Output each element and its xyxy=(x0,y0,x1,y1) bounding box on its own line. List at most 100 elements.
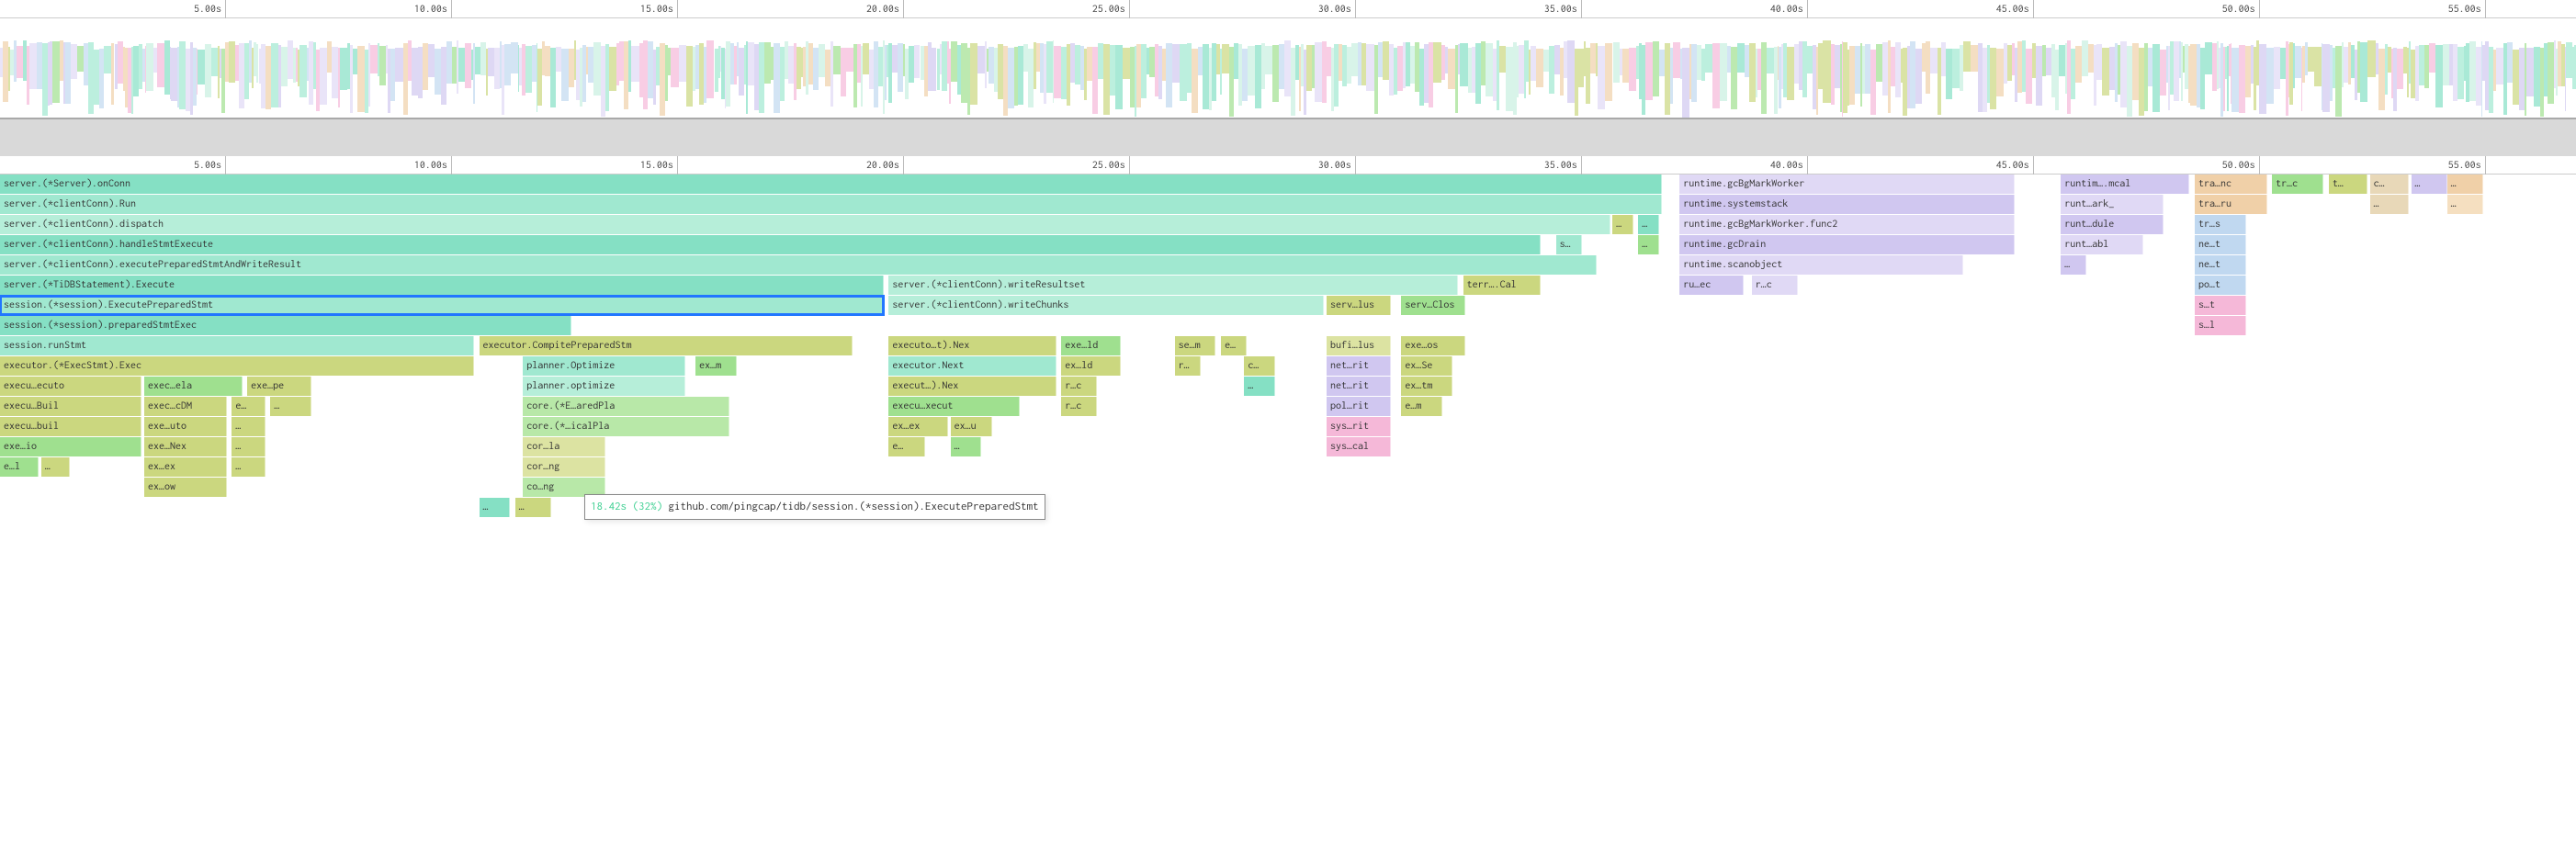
flame-node[interactable]: session.runStmt xyxy=(0,336,474,355)
flame-node[interactable]: r…c xyxy=(1061,397,1097,416)
flame-node[interactable]: execu…xecut xyxy=(888,397,1020,416)
flame-node[interactable]: … xyxy=(232,437,265,456)
flame-node[interactable]: tr…c xyxy=(2272,175,2323,194)
flame-node[interactable]: executor.Next xyxy=(888,356,1056,376)
flame-node[interactable]: e… xyxy=(888,437,924,456)
flame-node[interactable]: terr….Cal xyxy=(1463,276,1541,295)
flame-node[interactable]: session.(*session).preparedStmtExec xyxy=(0,316,571,335)
flame-node[interactable]: ex…ld xyxy=(1061,356,1120,376)
flame-node[interactable]: ne…t xyxy=(2195,235,2246,254)
flame-node[interactable]: server.(*clientConn).handleStmtExecute xyxy=(0,235,1541,254)
flame-node[interactable]: bufi…lus xyxy=(1327,336,1391,355)
flame-node[interactable]: server.(*clientConn).Run xyxy=(0,195,1662,214)
flame-node[interactable]: po…t xyxy=(2195,276,2246,295)
flame-node[interactable]: s…l xyxy=(2195,316,2246,335)
flame-node[interactable]: … xyxy=(2412,175,2447,194)
flame-node[interactable]: core.(*…icalPla xyxy=(523,417,729,436)
flame-node[interactable]: server.(*clientConn).writeResultset xyxy=(888,276,1458,295)
flame-node[interactable]: ex…tm xyxy=(1401,377,1452,396)
flame-node[interactable]: planner.optimize xyxy=(523,377,685,396)
flame-node[interactable]: server.(*clientConn).writeChunks xyxy=(888,296,1324,315)
flame-node[interactable]: … xyxy=(270,397,311,416)
flame-node[interactable]: executo…t).Nex xyxy=(888,336,1056,355)
flame-node[interactable]: ru…ec xyxy=(1679,276,1744,295)
flame-node[interactable]: tra…nc xyxy=(2195,175,2267,194)
flame-node[interactable]: … xyxy=(232,417,265,436)
flame-node[interactable]: t… xyxy=(2329,175,2367,194)
flame-node[interactable]: exe…pe xyxy=(247,377,311,396)
flame-node[interactable]: executor.CompitePreparedStm xyxy=(480,336,853,355)
flame-node[interactable]: s… xyxy=(1556,235,1582,254)
flame-node[interactable]: core.(*E…aredPla xyxy=(523,397,729,416)
flame-node[interactable]: exe…ld xyxy=(1061,336,1120,355)
flame-node[interactable]: c… xyxy=(2370,175,2409,194)
minimap[interactable] xyxy=(0,18,2576,119)
flame-node[interactable]: se…m xyxy=(1175,336,1216,355)
flame-node[interactable]: exe…Nex xyxy=(144,437,227,456)
flame-node[interactable]: cor…la xyxy=(523,437,605,456)
flame-node[interactable]: … xyxy=(2061,255,2086,275)
flame-node[interactable]: planner.Optimize xyxy=(523,356,685,376)
flame-node[interactable]: … xyxy=(1612,215,1633,234)
flame-node[interactable]: runt…ark_ xyxy=(2061,195,2164,214)
flame-node[interactable]: cor…ng xyxy=(523,457,605,477)
flame-node[interactable]: s…t xyxy=(2195,296,2246,315)
flame-node[interactable]: exec…ela xyxy=(144,377,243,396)
flame-node[interactable]: ex…Se xyxy=(1401,356,1452,376)
flame-node[interactable]: execu…ecuto xyxy=(0,377,141,396)
flame-node[interactable]: ex…m xyxy=(695,356,737,376)
flame-node[interactable]: server.(*clientConn).executePreparedStmt… xyxy=(0,255,1597,275)
flame-node[interactable]: runt…abl xyxy=(2061,235,2143,254)
flame-node[interactable]: ex…ow xyxy=(144,478,227,497)
flame-node[interactable]: … xyxy=(1244,377,1275,396)
flame-node[interactable]: tr…s xyxy=(2195,215,2246,234)
flame-node[interactable]: runtime.gcDrain xyxy=(1679,235,2015,254)
flame-node[interactable]: … xyxy=(2370,195,2409,214)
flame-node[interactable]: exec…cDM xyxy=(144,397,227,416)
flame-node[interactable]: … xyxy=(232,457,265,477)
flame-node[interactable]: server.(*Server).onConn xyxy=(0,175,1662,194)
flame-node[interactable]: … xyxy=(2447,195,2483,214)
flame-node[interactable]: exe…os xyxy=(1401,336,1465,355)
flame-node[interactable]: tra…ru xyxy=(2195,195,2267,214)
flame-node[interactable]: execu…buil xyxy=(0,417,141,436)
flame-node[interactable]: runtime.systemstack xyxy=(1679,195,2015,214)
flame-graph[interactable]: server.(*Server).onConn runtime.gcBgMarkW… xyxy=(0,175,2576,518)
flame-node[interactable]: net…rit xyxy=(1327,377,1391,396)
flame-node[interactable]: runtime.gcBgMarkWorker.func2 xyxy=(1679,215,2015,234)
flame-node[interactable]: execu…Buil xyxy=(0,397,141,416)
flame-node[interactable]: … xyxy=(1638,235,1658,254)
flame-node[interactable]: … xyxy=(41,457,70,477)
flame-node[interactable]: c… xyxy=(1244,356,1275,376)
flame-node[interactable]: r…c xyxy=(1752,276,1798,295)
flame-node[interactable]: ex…ex xyxy=(144,457,227,477)
flame-node[interactable]: exe…io xyxy=(0,437,141,456)
flame-node[interactable]: … xyxy=(2447,175,2483,194)
flame-node[interactable]: sys…cal xyxy=(1327,437,1391,456)
flame-node[interactable]: server.(*clientConn).dispatch xyxy=(0,215,1610,234)
flame-node[interactable]: sys…rit xyxy=(1327,417,1391,436)
flame-node[interactable]: executor.(*ExecStmt).Exec xyxy=(0,356,474,376)
flame-node[interactable]: ex…ex xyxy=(888,417,947,436)
flame-node[interactable]: ne…t xyxy=(2195,255,2246,275)
flame-node[interactable]: runtime.scanobject xyxy=(1679,255,1962,275)
flame-node[interactable]: … xyxy=(515,498,551,517)
flame-node[interactable]: session.(*session).ExecutePreparedStmt xyxy=(0,296,884,315)
flame-node[interactable]: … xyxy=(951,437,982,456)
flame-node[interactable]: … xyxy=(480,498,511,517)
flame-node[interactable]: ex…u xyxy=(951,417,992,436)
flame-node[interactable]: serv…Clos xyxy=(1401,296,1465,315)
flame-node[interactable]: net…rit xyxy=(1327,356,1391,376)
flame-node[interactable]: e… xyxy=(232,397,265,416)
flame-node[interactable]: r… xyxy=(1175,356,1201,376)
flame-node[interactable]: e…l xyxy=(0,457,39,477)
flame-node[interactable]: e…m xyxy=(1401,397,1442,416)
minimap-selection-band[interactable] xyxy=(0,119,2576,156)
flame-node[interactable]: e… xyxy=(1221,336,1247,355)
flame-node[interactable]: serv…lus xyxy=(1327,296,1391,315)
flame-node[interactable]: exe…uto xyxy=(144,417,227,436)
flame-node[interactable]: runt…dule xyxy=(2061,215,2164,234)
flame-node[interactable]: pol…rit xyxy=(1327,397,1391,416)
flame-node[interactable]: r…c xyxy=(1061,377,1097,396)
flame-node[interactable]: runtim….mcal xyxy=(2061,175,2189,194)
